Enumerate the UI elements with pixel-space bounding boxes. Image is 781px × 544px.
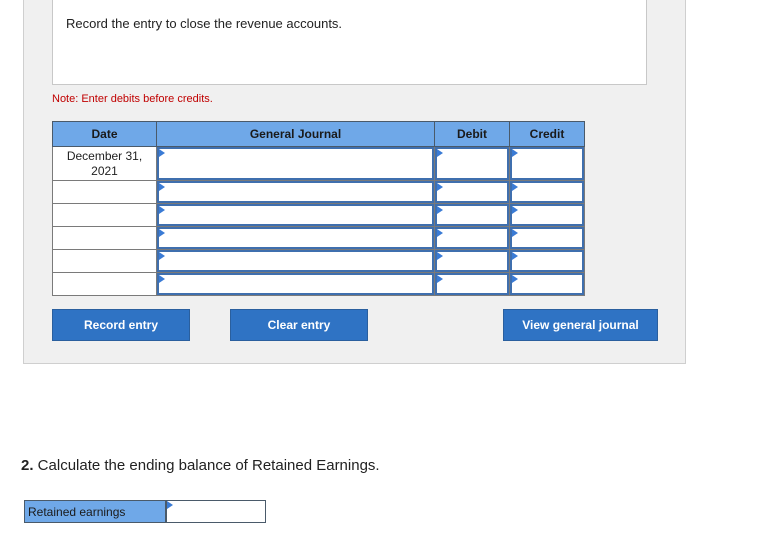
debit-cell — [434, 272, 510, 296]
date-header: Date — [52, 121, 157, 147]
date-cell — [52, 226, 157, 250]
dropdown-triangle-icon — [159, 229, 165, 237]
dropdown-triangle-icon — [437, 252, 443, 260]
instruction-text: Record the entry to close the revenue ac… — [66, 16, 343, 31]
account-dropdown[interactable] — [157, 273, 434, 295]
account-dropdown[interactable] — [157, 181, 434, 203]
debit-input[interactable] — [435, 147, 509, 180]
dropdown-triangle-icon — [512, 252, 518, 260]
dropdown-triangle-icon — [512, 183, 518, 191]
debit-cell — [434, 180, 510, 204]
credit-header: Credit — [509, 121, 585, 147]
account-cell — [156, 180, 435, 204]
journal-row: December 31, 2021 — [52, 146, 585, 181]
credit-cell — [509, 146, 585, 181]
journal-row — [52, 180, 585, 204]
dropdown-triangle-icon — [512, 229, 518, 237]
credit-cell — [509, 180, 585, 204]
account-cell — [156, 272, 435, 296]
debit-input[interactable] — [435, 204, 509, 226]
dropdown-triangle-icon — [159, 206, 165, 214]
credit-input[interactable] — [510, 204, 584, 226]
date-cell: December 31, 2021 — [52, 146, 157, 181]
debit-input[interactable] — [435, 227, 509, 249]
question-2-number: 2. — [21, 457, 34, 474]
dropdown-triangle-icon — [437, 183, 443, 191]
debit-input[interactable] — [435, 250, 509, 272]
date-text: December 31, 2021 — [66, 148, 143, 178]
dropdown-triangle-icon — [159, 252, 165, 260]
question-2-text: Calculate the ending balance of Retained… — [33, 457, 380, 474]
account-dropdown[interactable] — [157, 227, 434, 249]
account-dropdown[interactable] — [157, 204, 434, 226]
note-text: Note: Enter debits before credits. — [52, 93, 213, 105]
journal-row — [52, 272, 585, 296]
debit-input[interactable] — [435, 273, 509, 295]
date-cell — [52, 249, 157, 273]
instruction-box: Record the entry to close the revenue ac… — [52, 0, 647, 85]
debit-input[interactable] — [435, 181, 509, 203]
dropdown-triangle-icon — [512, 149, 518, 157]
credit-cell — [509, 249, 585, 273]
account-cell — [156, 203, 435, 227]
account-cell — [156, 146, 435, 181]
debit-cell — [434, 226, 510, 250]
dropdown-triangle-icon — [437, 229, 443, 237]
account-dropdown[interactable] — [157, 250, 434, 272]
date-cell — [52, 180, 157, 204]
question-2: 2. Calculate the ending balance of Retai… — [21, 457, 380, 474]
account-cell — [156, 226, 435, 250]
credit-cell — [509, 272, 585, 296]
credit-input[interactable] — [510, 250, 584, 272]
dropdown-triangle-icon — [167, 501, 173, 509]
journal-row — [52, 226, 585, 250]
date-cell — [52, 272, 157, 296]
dropdown-triangle-icon — [159, 183, 165, 191]
journal-table: Date General Journal Debit Credit Decemb… — [52, 121, 585, 296]
account-dropdown[interactable] — [157, 147, 434, 180]
credit-input[interactable] — [510, 227, 584, 249]
debit-cell — [434, 146, 510, 181]
credit-cell — [509, 203, 585, 227]
record-entry-button[interactable]: Record entry — [52, 309, 190, 341]
credit-cell — [509, 226, 585, 250]
dropdown-triangle-icon — [512, 275, 518, 283]
clear-entry-button[interactable]: Clear entry — [230, 309, 368, 341]
date-cell — [52, 203, 157, 227]
dropdown-triangle-icon — [159, 275, 165, 283]
dropdown-triangle-icon — [512, 206, 518, 214]
debit-header: Debit — [434, 121, 510, 147]
debit-cell — [434, 203, 510, 227]
account-cell — [156, 249, 435, 273]
credit-input[interactable] — [510, 147, 584, 180]
journal-header-row: Date General Journal Debit Credit — [52, 121, 585, 147]
journal-row — [52, 203, 585, 227]
general-journal-header: General Journal — [156, 121, 435, 147]
credit-input[interactable] — [510, 181, 584, 203]
view-general-journal-button[interactable]: View general journal — [503, 309, 658, 341]
journal-row — [52, 249, 585, 273]
credit-input[interactable] — [510, 273, 584, 295]
retained-earnings-input[interactable] — [166, 500, 266, 523]
debit-cell — [434, 249, 510, 273]
dropdown-triangle-icon — [437, 149, 443, 157]
dropdown-triangle-icon — [159, 149, 165, 157]
dropdown-triangle-icon — [437, 275, 443, 283]
dropdown-triangle-icon — [437, 206, 443, 214]
retained-earnings-label: Retained earnings — [24, 500, 166, 523]
